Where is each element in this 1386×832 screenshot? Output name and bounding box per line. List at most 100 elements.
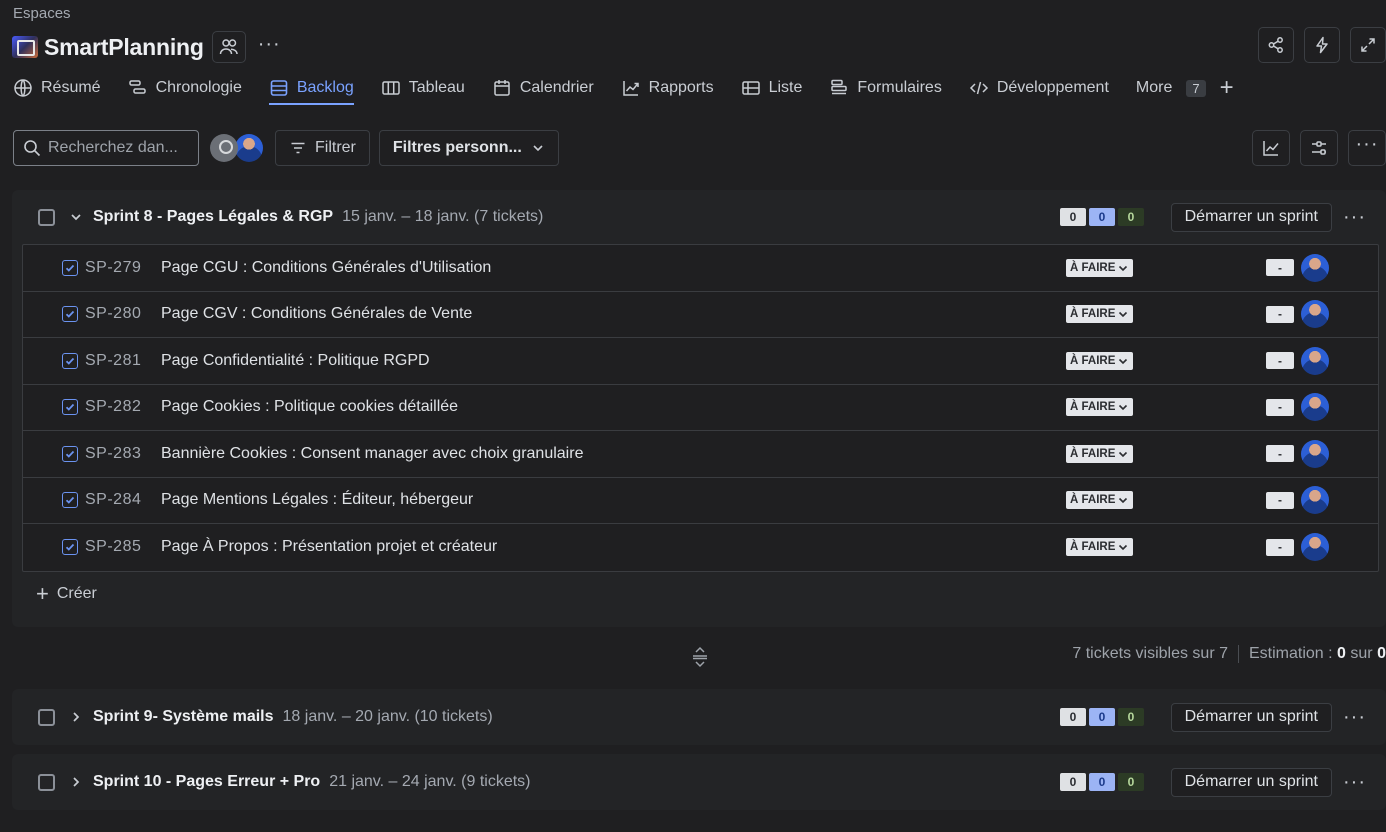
issue-summary[interactable]: Page CGV : Conditions Générales de Vente [161, 305, 472, 323]
sprint-checkbox[interactable] [38, 708, 55, 726]
issue-summary[interactable]: Page Confidentialité : Politique RGPD [161, 352, 430, 370]
estimate-badge[interactable]: - [1266, 398, 1294, 416]
tab-resume[interactable]: Résumé [13, 73, 101, 103]
issue-key[interactable]: SP-285 [85, 538, 149, 556]
status-dropdown[interactable]: À FAIRE [1066, 351, 1134, 370]
custom-filters-dropdown[interactable]: Filtres personn... [378, 130, 559, 166]
create-issue-button[interactable]: + Créer [36, 583, 97, 605]
start-sprint-button[interactable]: Démarrer un sprint [1170, 767, 1332, 797]
assignee-avatar[interactable] [1301, 533, 1329, 562]
estimate-badge[interactable]: - [1266, 352, 1294, 370]
people-icon [219, 39, 238, 55]
sprint-checkbox[interactable] [38, 773, 55, 791]
view-settings-button[interactable] [1300, 130, 1338, 166]
drag-handle-icon [693, 646, 707, 668]
status-dropdown[interactable]: À FAIRE [1066, 491, 1134, 510]
sprint-more-button[interactable]: ··· [1343, 772, 1366, 792]
sprint-header[interactable]: Sprint 8 - Pages Légales & RGP 15 janv. … [12, 190, 1386, 244]
tab-calendrier[interactable]: Calendrier [492, 73, 594, 103]
task-type-icon [62, 445, 78, 462]
sprint-more-button[interactable]: ··· [1343, 707, 1366, 727]
estimate-badge[interactable]: - [1266, 259, 1294, 277]
project-more-button[interactable]: ··· [258, 34, 281, 54]
status-dropdown[interactable]: À FAIRE [1066, 444, 1134, 463]
estimate-badge[interactable]: - [1266, 445, 1294, 463]
issue-key[interactable]: SP-279 [85, 259, 149, 277]
chevron-right-icon[interactable] [69, 710, 83, 724]
issue-row[interactable]: SP-282 Page Cookies : Politique cookies d… [23, 385, 1378, 431]
estimate-badge[interactable]: - [1266, 305, 1294, 323]
sprint-header[interactable]: Sprint 9- Système mails 18 janv. – 20 ja… [12, 689, 1386, 745]
sprint-header[interactable]: Sprint 10 - Pages Erreur + Pro 21 janv. … [12, 754, 1386, 810]
start-sprint-button[interactable]: Démarrer un sprint [1170, 702, 1332, 732]
issue-row[interactable]: SP-283 Bannière Cookies : Consent manager… [23, 431, 1378, 478]
tab-formulaires[interactable]: Formulaires [829, 73, 942, 103]
fullscreen-button[interactable] [1350, 27, 1386, 63]
issue-summary[interactable]: Page Cookies : Politique cookies détaill… [161, 398, 458, 416]
add-tab-button[interactable]: + [1220, 76, 1234, 100]
assignee-avatar[interactable] [1301, 439, 1329, 468]
breadcrumb[interactable]: Espaces [13, 5, 71, 22]
plus-icon: + [36, 581, 49, 606]
todo-count: 0 [1060, 708, 1086, 726]
search-icon [24, 140, 41, 157]
insights-button[interactable] [1252, 130, 1290, 166]
issue-row[interactable]: SP-280 Page CGV : Conditions Générales de… [23, 292, 1378, 338]
share-button[interactable] [1258, 27, 1294, 63]
issue-key[interactable]: SP-283 [85, 445, 149, 463]
todo-count: 0 [1060, 208, 1086, 226]
tab-label: Liste [768, 79, 803, 96]
chevron-down-icon[interactable] [69, 210, 83, 224]
tab-backlog[interactable]: Backlog [268, 73, 354, 105]
chevron-down-icon [1119, 545, 1128, 551]
unassigned-avatar[interactable] [210, 134, 238, 162]
issue-row[interactable]: SP-281 Page Confidentialité : Politique R… [23, 338, 1378, 385]
assignee-avatar[interactable] [1301, 300, 1329, 329]
assignee-filter[interactable] [210, 134, 263, 162]
tab-chronologie[interactable]: Chronologie [128, 73, 242, 103]
tab-tableau[interactable]: Tableau [381, 73, 465, 103]
assignee-avatar[interactable] [1301, 486, 1329, 515]
issue-row[interactable]: SP-279 Page CGU : Conditions Générales d'… [23, 245, 1378, 292]
assignee-avatar[interactable] [1301, 346, 1329, 375]
issue-summary[interactable]: Page À Propos : Présentation projet et c… [161, 538, 497, 556]
tab-label: More [1135, 79, 1173, 96]
assignee-avatar[interactable] [1301, 253, 1329, 282]
search-input[interactable]: Recherchez dan... [13, 130, 199, 166]
backlog-icon [270, 80, 288, 96]
issue-key[interactable]: SP-282 [85, 398, 149, 416]
sprint-more-button[interactable]: ··· [1343, 207, 1366, 227]
more-options-button[interactable]: ··· [1348, 130, 1386, 166]
automation-button[interactable] [1304, 27, 1340, 63]
filter-button[interactable]: Filtrer [275, 130, 370, 166]
expand-icon [1361, 38, 1375, 52]
chevron-right-icon[interactable] [69, 775, 83, 789]
assignee-avatar[interactable] [1301, 393, 1329, 422]
tab-rapports[interactable]: Rapports [621, 73, 714, 103]
estimate-badge[interactable]: - [1266, 538, 1294, 556]
issue-key[interactable]: SP-281 [85, 352, 149, 370]
issue-key[interactable]: SP-280 [85, 305, 149, 323]
start-sprint-button[interactable]: Démarrer un sprint [1170, 202, 1332, 232]
tab-liste[interactable]: Liste [741, 73, 803, 103]
chevron-down-icon [533, 145, 543, 152]
issue-summary[interactable]: Page Mentions Légales : Éditeur, héberge… [161, 491, 473, 509]
resize-handle[interactable] [690, 645, 710, 673]
sprint-checkbox[interactable] [38, 208, 55, 226]
user-avatar[interactable] [235, 134, 263, 162]
issue-row[interactable]: SP-284 Page Mentions Légales : Éditeur, h… [23, 478, 1378, 524]
issue-key[interactable]: SP-284 [85, 491, 149, 509]
status-dropdown[interactable]: À FAIRE [1066, 398, 1134, 417]
status-dropdown[interactable]: À FAIRE [1066, 305, 1134, 324]
issue-summary[interactable]: Page CGU : Conditions Générales d'Utilis… [161, 259, 491, 277]
tab-developpement[interactable]: Développement [969, 73, 1109, 103]
status-dropdown[interactable]: À FAIRE [1066, 258, 1134, 277]
tab-more[interactable]: More 7 [1136, 73, 1206, 103]
sprint-title: Sprint 9- Système mails [93, 708, 274, 725]
issue-row[interactable]: SP-285 Page À Propos : Présentation proje… [23, 524, 1378, 571]
estimate-badge[interactable]: - [1266, 491, 1294, 509]
status-dropdown[interactable]: À FAIRE [1066, 538, 1134, 557]
team-button[interactable] [211, 31, 246, 63]
issue-summary[interactable]: Bannière Cookies : Consent manager avec … [161, 445, 583, 463]
status-label: À FAIRE [1070, 447, 1116, 460]
